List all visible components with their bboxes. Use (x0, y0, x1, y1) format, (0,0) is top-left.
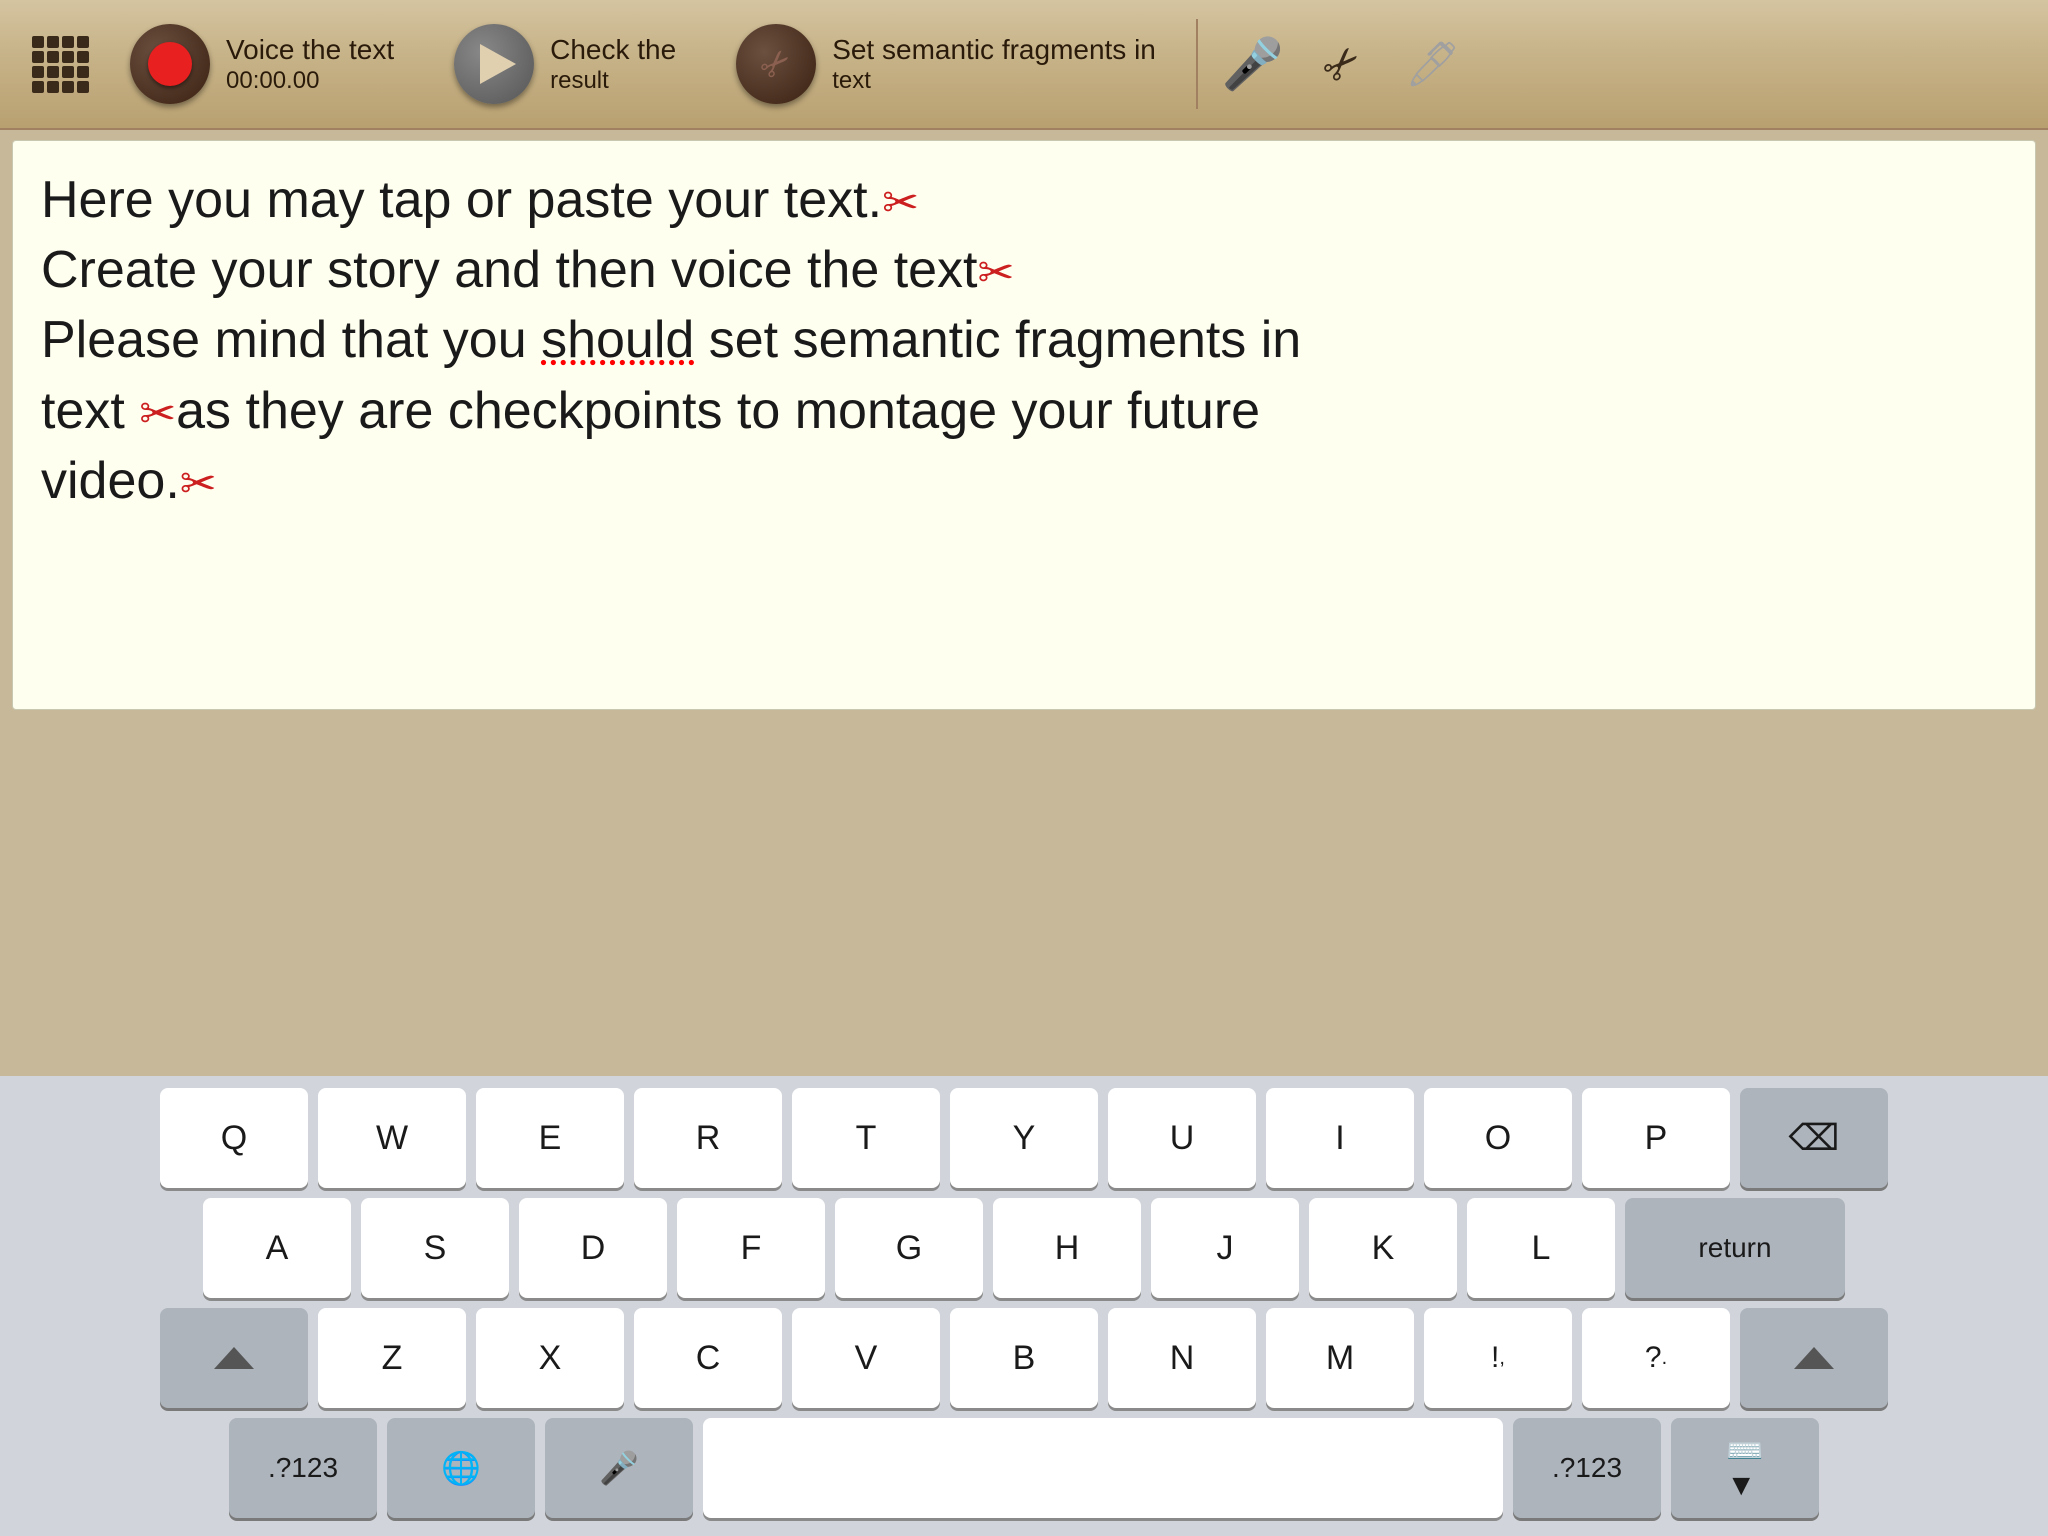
numbers-right-label: .?123 (1552, 1452, 1622, 1484)
key-d[interactable]: D (519, 1198, 667, 1298)
semantic-title: Set semantic fragments in (832, 33, 1156, 67)
text-line-4b: as they are checkpoints to montage your … (176, 382, 1260, 440)
text-should: should (541, 311, 694, 369)
key-r[interactable]: R (634, 1088, 782, 1188)
key-p[interactable]: P (1582, 1088, 1730, 1188)
key-k[interactable]: K (1309, 1198, 1457, 1298)
play-icon-circle (454, 24, 534, 104)
key-a[interactable]: A (203, 1198, 351, 1298)
voice-text-label: Voice the text 00:00.00 (226, 33, 394, 95)
record-icon (148, 42, 192, 86)
voice-text-timer: 00:00.00 (226, 67, 394, 95)
toolbar-divider (1196, 19, 1198, 109)
scissors-marker-4: ✂ (180, 459, 217, 508)
keyboard: Q W E R T Y U I O P ⌫ A S D F G H J K L … (0, 1076, 2048, 1536)
key-s[interactable]: S (361, 1198, 509, 1298)
scissors-toolbar-icon: ✂ (1312, 33, 1374, 95)
shift-left-icon (214, 1347, 254, 1369)
key-h[interactable]: H (993, 1198, 1141, 1298)
voice-text-button[interactable]: Voice the text 00:00.00 (100, 14, 424, 114)
text-line-4a: text (41, 382, 139, 440)
key-question[interactable]: ?. (1582, 1308, 1730, 1408)
key-j[interactable]: J (1151, 1198, 1299, 1298)
numbers-left-label: .?123 (268, 1452, 338, 1484)
shift-right-icon (1794, 1347, 1834, 1369)
key-g[interactable]: G (835, 1198, 983, 1298)
key-z[interactable]: Z (318, 1308, 466, 1408)
key-q[interactable]: Q (160, 1088, 308, 1188)
play-icon (480, 44, 516, 84)
scissors-icon: ✂ (751, 38, 802, 89)
text-line-1: Here you may tap or paste your text. (41, 171, 882, 229)
text-content: Here you may tap or paste your text.✂ Cr… (41, 165, 2007, 516)
return-label: return (1698, 1232, 1771, 1264)
key-keyboard-dismiss[interactable]: ⌨️▼ (1671, 1418, 1819, 1518)
key-c[interactable]: C (634, 1308, 782, 1408)
key-v[interactable]: V (792, 1308, 940, 1408)
key-n[interactable]: N (1108, 1308, 1256, 1408)
toolbar: Voice the text 00:00.00 Check the result… (0, 0, 2048, 130)
check-result-button[interactable]: Check the result (424, 14, 706, 114)
key-i[interactable]: I (1266, 1088, 1414, 1188)
keyboard-row-1: Q W E R T Y U I O P ⌫ (8, 1088, 2040, 1188)
key-y[interactable]: Y (950, 1088, 1098, 1188)
key-exclamation[interactable]: !, (1424, 1308, 1572, 1408)
key-backspace[interactable]: ⌫ (1740, 1088, 1888, 1188)
scissors-marker-3: ✂ (139, 389, 176, 438)
check-result-title: Check the (550, 33, 676, 67)
key-m[interactable]: M (1266, 1308, 1414, 1408)
text-line-3a: Please mind that you should set semantic… (41, 311, 1301, 369)
key-shift-right[interactable] (1740, 1308, 1888, 1408)
keyboard-mic-icon: 🎤 (599, 1449, 639, 1487)
keyboard-row-2: A S D F G H J K L return (8, 1198, 2040, 1298)
key-w[interactable]: W (318, 1088, 466, 1188)
key-x[interactable]: X (476, 1308, 624, 1408)
key-return[interactable]: return (1625, 1198, 1845, 1298)
key-f[interactable]: F (677, 1198, 825, 1298)
backspace-icon: ⌫ (1789, 1117, 1840, 1159)
key-t[interactable]: T (792, 1088, 940, 1188)
scissors-marker-1: ✂ (882, 179, 919, 228)
scissors-button[interactable]: ✂ (1298, 19, 1388, 109)
key-b[interactable]: B (950, 1308, 1098, 1408)
semantic-subtitle: text (832, 67, 1156, 95)
microphone-button[interactable]: 🎤 (1208, 19, 1298, 109)
key-u[interactable]: U (1108, 1088, 1256, 1188)
key-space[interactable] (703, 1418, 1503, 1518)
scissors-marker-2: ✂ (978, 249, 1015, 298)
check-result-subtitle: result (550, 67, 676, 95)
pen-icon: 🖊 (1405, 38, 1461, 90)
microphone-icon: 🎤 (1222, 35, 1284, 94)
text-editor-area[interactable]: Here you may tap or paste your text.✂ Cr… (12, 140, 2036, 710)
key-globe[interactable]: 🌐 (387, 1418, 535, 1518)
pen-button[interactable]: 🖊 (1388, 19, 1478, 109)
scissors-icon-circle: ✂ (736, 24, 816, 104)
key-microphone[interactable]: 🎤 (545, 1418, 693, 1518)
semantic-label: Set semantic fragments in text (832, 33, 1156, 95)
keyboard-row-3: Z X C V B N M !, ?. (8, 1308, 2040, 1408)
text-line-5: video. (41, 452, 180, 510)
record-icon-circle (130, 24, 210, 104)
key-l[interactable]: L (1467, 1198, 1615, 1298)
voice-text-title: Voice the text (226, 33, 394, 67)
text-line-2: Create your story and then voice the tex… (41, 241, 978, 299)
key-e[interactable]: E (476, 1088, 624, 1188)
key-o[interactable]: O (1424, 1088, 1572, 1188)
check-result-label: Check the result (550, 33, 676, 95)
key-numbers-left[interactable]: .?123 (229, 1418, 377, 1518)
grid-icon (32, 36, 89, 93)
keyboard-row-4: .?123 🌐 🎤 .?123 ⌨️▼ (8, 1418, 2040, 1518)
key-shift-left[interactable] (160, 1308, 308, 1408)
key-numbers-right[interactable]: .?123 (1513, 1418, 1661, 1518)
semantic-fragments-button[interactable]: ✂ Set semantic fragments in text (706, 14, 1186, 114)
keyboard-dismiss-icon: ⌨️▼ (1726, 1434, 1763, 1503)
grid-menu-button[interactable] (20, 24, 100, 104)
globe-icon: 🌐 (441, 1449, 481, 1487)
